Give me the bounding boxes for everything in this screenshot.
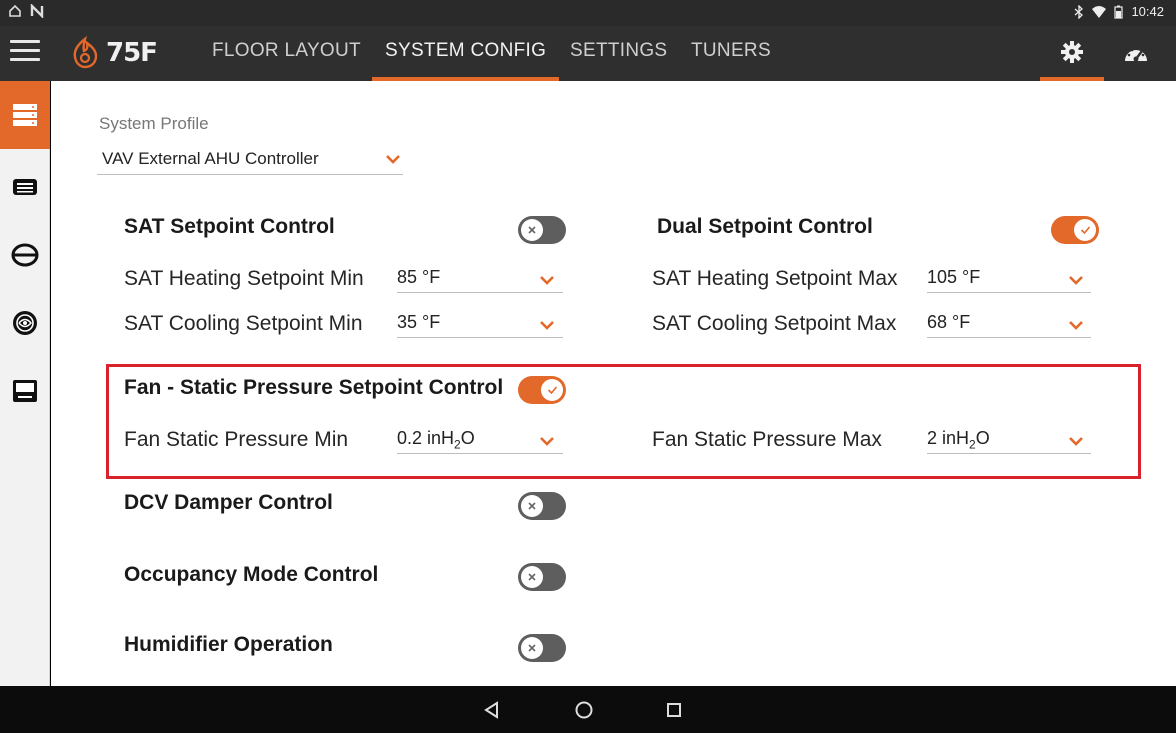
divider: [927, 337, 1091, 338]
fan-static-pressure-min-label: Fan Static Pressure Min: [124, 428, 349, 451]
tab-settings[interactable]: SETTINGS: [570, 26, 667, 81]
divider: [397, 292, 563, 293]
logo: 75F: [70, 36, 158, 70]
fan-static-pressure-title: Fan - Static Pressure Setpoint Control: [124, 376, 504, 399]
chevron-down-icon: [1069, 437, 1083, 446]
divider: [97, 174, 403, 175]
speedometer-icon: [1125, 46, 1147, 61]
divider: [397, 453, 563, 454]
device-card-icon: [13, 179, 37, 195]
dual-setpoint-control-title: Dual Setpoint Control: [657, 215, 873, 238]
divider: [397, 337, 563, 338]
chevron-down-icon: [1069, 321, 1083, 330]
sat-heating-min-value: 85 °F: [397, 267, 441, 287]
fan-static-pressure-min-value: 0.2 inH2O: [397, 428, 475, 452]
tab-system-config[interactable]: SYSTEM CONFIG: [372, 26, 560, 81]
fan-static-pressure-min-dropdown[interactable]: 0.2 inH2O: [397, 424, 563, 454]
settings-button[interactable]: [1040, 26, 1104, 81]
sat-cooling-max-label: SAT Cooling Setpoint Max: [652, 312, 897, 335]
thermostat-box-icon: [13, 380, 37, 402]
tab-floor-layout[interactable]: FLOOR LAYOUT: [212, 26, 361, 81]
wifi-icon: [1092, 5, 1107, 18]
sat-cooling-max-dropdown[interactable]: 68 °F: [927, 308, 1091, 338]
sat-heating-max-label: SAT Heating Setpoint Max: [652, 267, 898, 290]
close-icon: [528, 573, 536, 581]
check-icon: [547, 386, 557, 395]
server-stack-icon: [13, 104, 37, 126]
occupancy-mode-control-title: Occupancy Mode Control: [124, 563, 379, 586]
bluetooth-icon: [1075, 4, 1084, 19]
fan-static-pressure-max-value: 2 inH2O: [927, 428, 990, 452]
sat-cooling-max-value: 68 °F: [927, 312, 971, 332]
oval-divider-icon: [11, 243, 39, 267]
divider: [927, 292, 1091, 293]
sidebar-item-zones[interactable]: [0, 221, 50, 289]
logo-text: 75F: [106, 38, 158, 68]
home-icon: [575, 701, 593, 719]
close-icon: [528, 502, 536, 510]
dual-setpoint-control-toggle[interactable]: [1051, 216, 1099, 244]
android-nav-bar: [0, 686, 1176, 733]
sat-cooling-min-dropdown[interactable]: 35 °F: [397, 308, 563, 338]
back-icon: [484, 701, 498, 719]
dcv-damper-control-title: DCV Damper Control: [124, 491, 333, 514]
close-icon: [528, 644, 536, 652]
chevron-down-icon: [1069, 276, 1083, 285]
sat-heating-max-dropdown[interactable]: 105 °F: [927, 263, 1091, 293]
tab-tuners[interactable]: TUNERS: [691, 26, 771, 81]
back-button[interactable]: [478, 696, 506, 724]
sat-cooling-min-label: SAT Cooling Setpoint Min: [124, 312, 363, 335]
check-icon: [1080, 226, 1090, 235]
notification-n-icon: [30, 4, 44, 18]
close-icon: [528, 226, 536, 234]
hamburger-menu-icon[interactable]: [10, 40, 40, 64]
app-bar: 75F FLOOR LAYOUT SYSTEM CONFIG SETTINGS …: [0, 26, 1176, 81]
flame-logo-icon: [73, 36, 98, 69]
recents-button[interactable]: [660, 696, 688, 724]
sat-setpoint-control-title: SAT Setpoint Control: [124, 215, 335, 238]
sat-setpoint-control-toggle[interactable]: [518, 216, 566, 244]
sat-heating-min-dropdown[interactable]: 85 °F: [397, 263, 563, 293]
home-button[interactable]: [570, 696, 598, 724]
humidifier-operation-toggle[interactable]: [518, 634, 566, 662]
fan-disc-icon: [13, 311, 37, 335]
sidebar-item-devices[interactable]: [0, 153, 50, 221]
fan-static-pressure-toggle[interactable]: [518, 376, 566, 404]
system-profile-dropdown[interactable]: VAV External AHU Controller: [97, 143, 403, 175]
chevron-down-icon: [386, 155, 400, 164]
humidifier-operation-title: Humidifier Operation: [124, 633, 333, 656]
battery-icon: [1114, 5, 1124, 19]
fan-static-pressure-max-label: Fan Static Pressure Max: [652, 428, 882, 451]
divider: [927, 453, 1091, 454]
sidebar-item-system[interactable]: [0, 81, 50, 149]
system-profile-label: System Profile: [99, 114, 209, 133]
occupancy-mode-control-toggle[interactable]: [518, 563, 566, 591]
chevron-down-icon: [540, 437, 554, 446]
gear-icon: [1061, 40, 1083, 63]
home-outline-icon: [9, 4, 21, 17]
sat-heating-max-value: 105 °F: [927, 267, 981, 287]
sat-heating-min-label: SAT Heating Setpoint Min: [124, 267, 364, 290]
side-bar: [0, 81, 50, 686]
recents-icon: [667, 703, 681, 717]
status-bar: 10:42: [0, 0, 1176, 26]
system-profile-value: VAV External AHU Controller: [102, 149, 319, 168]
sat-cooling-min-value: 35 °F: [397, 312, 441, 332]
system-config-panel: System Profile VAV External AHU Controll…: [51, 81, 1176, 686]
sidebar-item-thermostat[interactable]: [0, 357, 50, 425]
chevron-down-icon: [540, 276, 554, 285]
status-time: 10:42: [1131, 4, 1164, 19]
dashboard-button[interactable]: [1116, 26, 1156, 81]
fan-static-pressure-max-dropdown[interactable]: 2 inH2O: [927, 424, 1091, 454]
dcv-damper-control-toggle[interactable]: [518, 492, 566, 520]
chevron-down-icon: [540, 321, 554, 330]
sidebar-item-fans[interactable]: [0, 289, 50, 357]
